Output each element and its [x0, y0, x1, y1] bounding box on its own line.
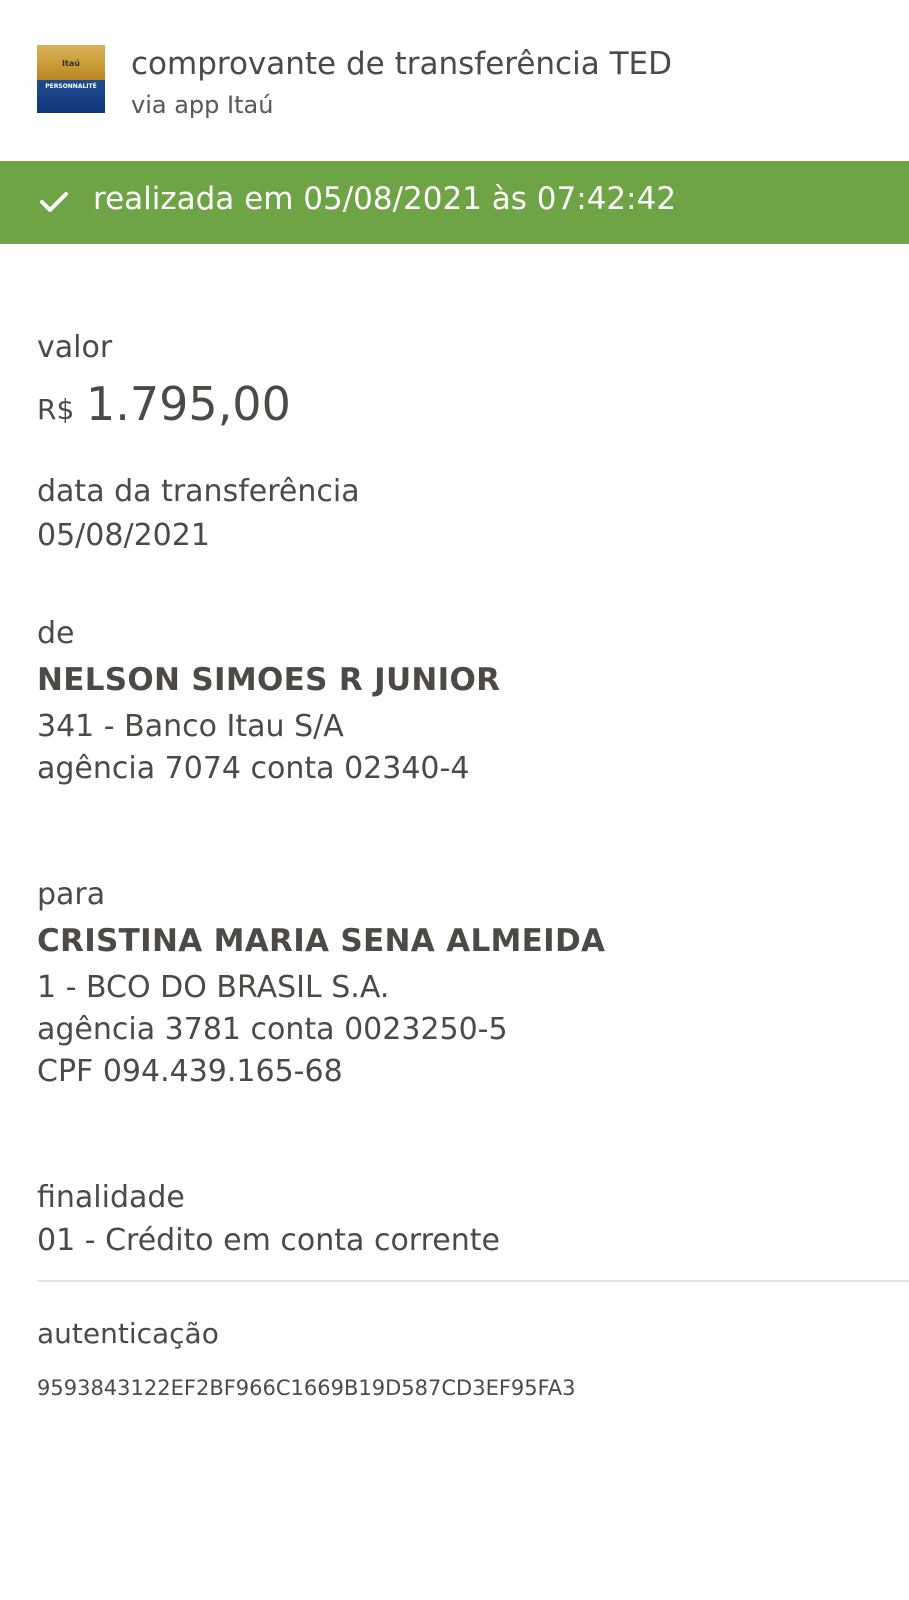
logo-personnalite-text: PERSONNALITÉ [45, 83, 97, 90]
recipient-name: CRISTINA MARIA SENA ALMEIDA [37, 923, 606, 959]
receipt-header: Itaú PERSONNALITÉ comprovante de transfe… [0, 0, 909, 160]
check-icon [40, 192, 68, 212]
authentication-code: 9593843122EF2BF966C1669B19D587CD3EF95FA3 [37, 1376, 576, 1400]
itau-personnalite-logo: Itaú PERSONNALITÉ [37, 45, 105, 113]
logo-brand-text: Itaú [62, 59, 80, 68]
sender-label: de [37, 616, 75, 651]
currency-symbol: R$ [37, 393, 75, 426]
transfer-amount: 1.795,00 [86, 377, 291, 431]
recipient-account: agência 3781 conta 0023250-5 [37, 1012, 508, 1047]
transfer-date-value: 05/08/2021 [37, 518, 210, 553]
divider [37, 1280, 909, 1282]
valor-label: valor [37, 330, 113, 365]
purpose-value: 01 - Crédito em conta corrente [37, 1223, 500, 1258]
receipt-title: comprovante de transferência TED [131, 46, 672, 82]
transfer-date-label: data da transferência [37, 474, 360, 509]
sender-bank: 341 - Banco Itau S/A [37, 709, 344, 744]
recipient-label: para [37, 877, 106, 912]
receipt-subtitle: via app Itaú [131, 91, 274, 119]
status-text: realizada em 05/08/2021 às 07:42:42 [93, 181, 677, 217]
purpose-label: finalidade [37, 1180, 185, 1215]
authentication-label: autenticação [37, 1317, 219, 1350]
sender-account: agência 7074 conta 02340-4 [37, 751, 470, 786]
recipient-cpf: CPF 094.439.165-68 [37, 1054, 343, 1089]
recipient-bank: 1 - BCO DO BRASIL S.A. [37, 970, 390, 1005]
sender-name: NELSON SIMOES R JUNIOR [37, 662, 501, 698]
